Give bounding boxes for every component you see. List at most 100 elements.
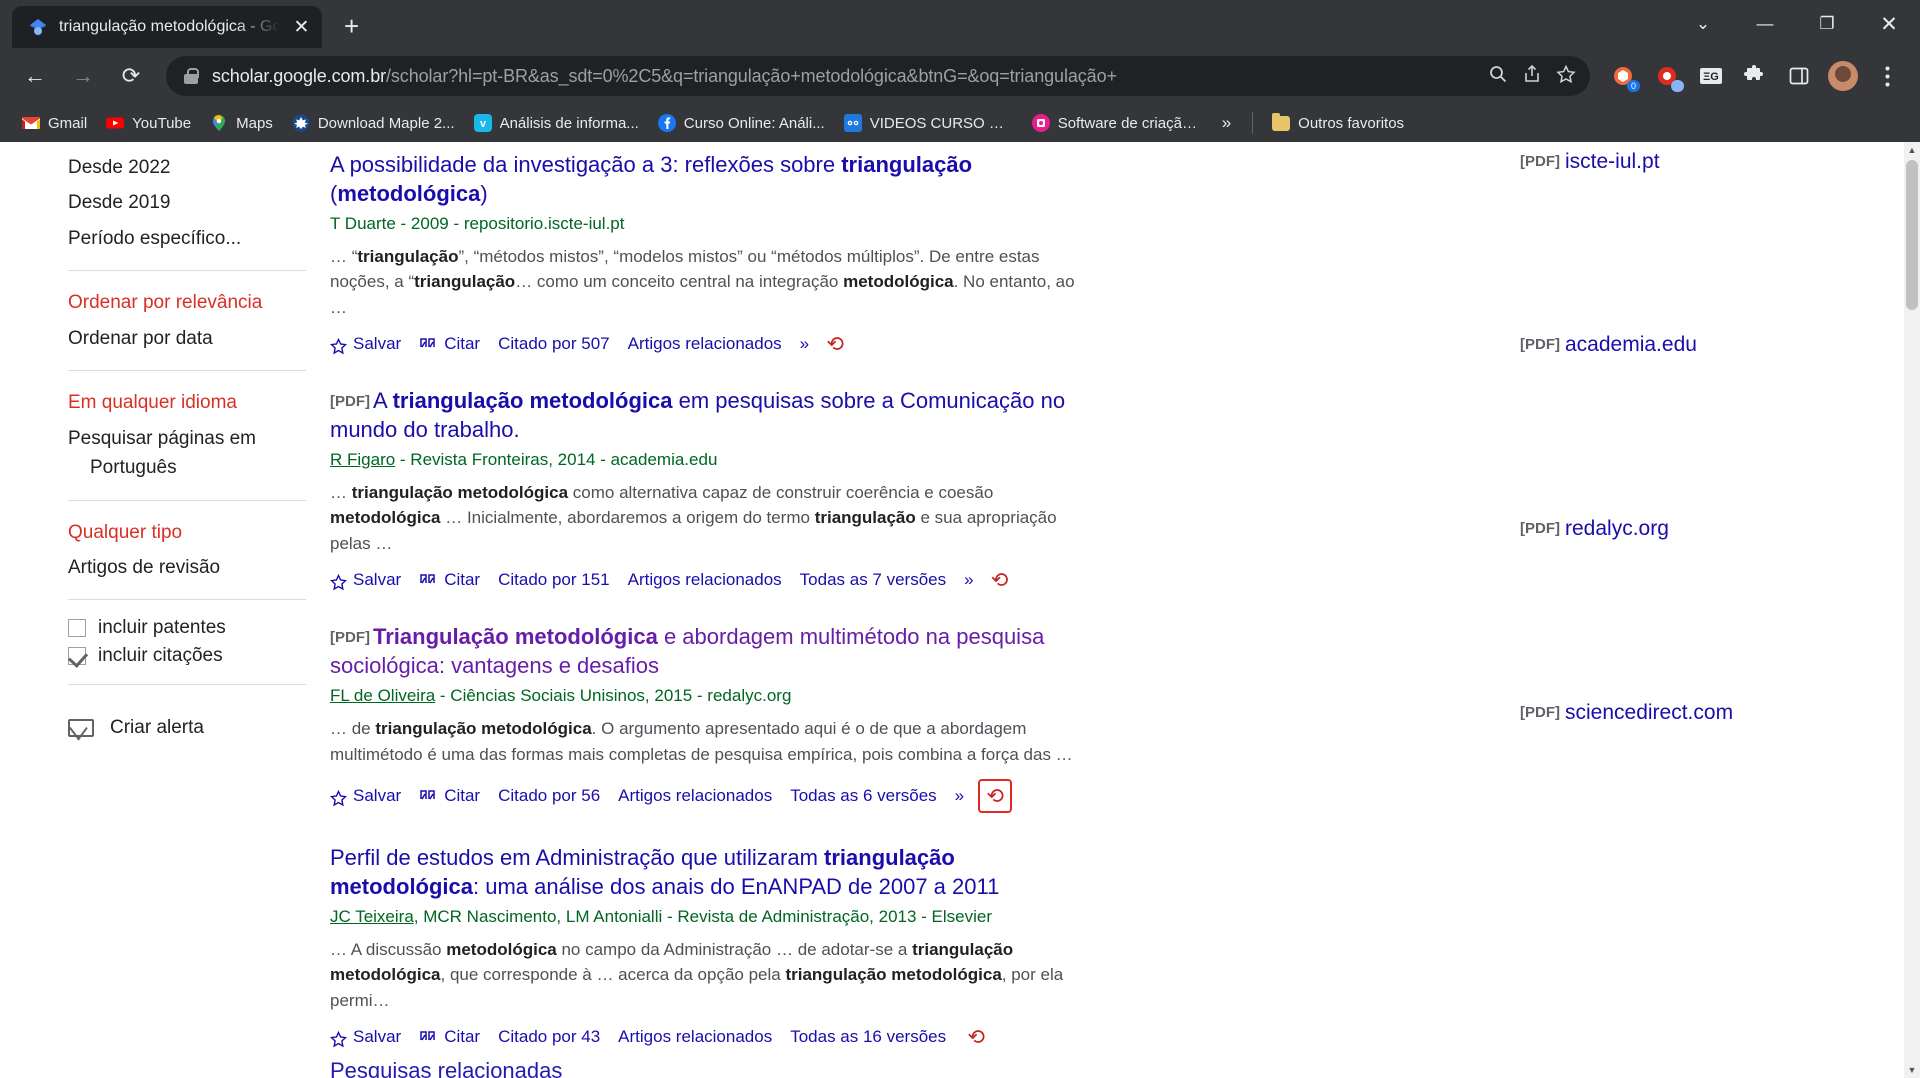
checkbox-incluir-citacoes[interactable]: incluir citações bbox=[68, 642, 330, 670]
extension-green-icon[interactable]: 0 bbox=[1604, 57, 1642, 95]
bookmarks-overflow-button[interactable]: » bbox=[1212, 113, 1241, 133]
bookmark-analisis[interactable]: v Análisis de informa... bbox=[466, 110, 647, 136]
result-author-link[interactable]: FL de Oliveira bbox=[330, 686, 435, 705]
folder-icon bbox=[1272, 112, 1291, 131]
save-label: Salvar bbox=[353, 334, 402, 354]
result-title-link[interactable]: A possibilidade da investigação a 3: ref… bbox=[330, 150, 1100, 208]
bookmark-maps[interactable]: Maps bbox=[202, 110, 281, 136]
puzzle-icon[interactable] bbox=[1736, 57, 1774, 95]
back-button[interactable]: ← bbox=[14, 55, 56, 97]
report-flag-icon[interactable]: ⟲ bbox=[988, 568, 1012, 592]
new-tab-button[interactable]: + bbox=[344, 13, 359, 39]
filter-periodo-especifico[interactable]: Período específico... bbox=[68, 221, 330, 256]
result-source-link[interactable]: [PDF] academia.edu bbox=[1520, 333, 1697, 357]
cite-button[interactable]: Citar bbox=[419, 334, 480, 354]
create-alert-button[interactable]: Criar alerta bbox=[68, 707, 330, 748]
profile-avatar[interactable] bbox=[1824, 57, 1862, 95]
result-source-link[interactable]: [PDF] redalyc.org bbox=[1520, 517, 1669, 541]
result-pdf-tag: [PDF] bbox=[330, 629, 370, 647]
filter-qualquer-idioma[interactable]: Em qualquer idioma bbox=[68, 385, 330, 420]
url-text: scholar.google.com.br/scholar?hl=pt-BR&a… bbox=[212, 66, 1474, 87]
bookmark-gmail[interactable]: Gmail bbox=[14, 110, 95, 136]
grammar-extension-icon[interactable]: ΞG bbox=[1692, 57, 1730, 95]
result-title-link[interactable]: [PDF] Triangulação metodológica e abordag… bbox=[330, 622, 1100, 680]
result-source-link[interactable]: [PDF] iscte-iul.pt bbox=[1520, 150, 1660, 174]
browser-tab[interactable]: triangulação metodológica - Goo ✕ bbox=[12, 6, 322, 48]
result-title-link[interactable]: Perfil de estudos em Administração que u… bbox=[330, 843, 1100, 901]
extension-red-icon[interactable] bbox=[1648, 57, 1686, 95]
filter-desde-2022[interactable]: Desde 2022 bbox=[68, 150, 330, 185]
related-articles-link[interactable]: Artigos relacionados bbox=[618, 786, 772, 806]
bookmark-curso-online[interactable]: Curso Online: Análi... bbox=[650, 110, 833, 136]
save-button[interactable]: Salvar bbox=[329, 570, 401, 591]
all-versions-link[interactable]: Todas as 7 versões bbox=[800, 570, 946, 590]
window-minimize-button[interactable]: — bbox=[1734, 0, 1796, 48]
all-versions-link[interactable]: Todas as 6 versões bbox=[790, 786, 936, 806]
cite-button[interactable]: Citar bbox=[419, 786, 480, 806]
cited-by-link[interactable]: Citado por 151 bbox=[498, 570, 610, 590]
reload-button[interactable]: ⟳ bbox=[110, 55, 152, 97]
chrome-menu-icon[interactable] bbox=[1868, 57, 1906, 95]
browser-chrome: triangulação metodológica - Goo ✕ + ⌄ — … bbox=[0, 0, 1920, 142]
report-flag-icon[interactable]: ⟲ bbox=[978, 779, 1013, 814]
bookmark-maple[interactable]: Download Maple 2... bbox=[284, 110, 463, 136]
bookmark-videos-curso[interactable]: VIDEOS CURSO NVI... bbox=[836, 110, 1021, 136]
scrollbar-thumb[interactable] bbox=[1906, 160, 1918, 310]
window-close-button[interactable]: ✕ bbox=[1858, 0, 1920, 48]
page-scrollbar[interactable]: ▲ ▼ bbox=[1904, 142, 1920, 1078]
cite-button[interactable]: Citar bbox=[419, 1027, 480, 1047]
filter-paginas-portugues-label: Pesquisar páginas em Português bbox=[68, 427, 256, 479]
scroll-down-arrow-icon[interactable]: ▼ bbox=[1904, 1062, 1920, 1078]
all-versions-link[interactable]: Todas as 16 versões bbox=[790, 1027, 946, 1047]
other-bookmarks-label: Outros favoritos bbox=[1298, 114, 1405, 132]
other-bookmarks-folder[interactable]: Outros favoritos bbox=[1264, 111, 1412, 136]
extension-badge-dot bbox=[1671, 80, 1684, 92]
search-icon[interactable] bbox=[1488, 64, 1508, 89]
result-author-link[interactable]: JC Teixeira bbox=[330, 907, 414, 926]
save-button[interactable]: Salvar bbox=[329, 1027, 401, 1048]
result-author-link[interactable]: R Figaro bbox=[330, 450, 395, 469]
filter-desde-2019[interactable]: Desde 2019 bbox=[68, 185, 330, 220]
bookmark-youtube[interactable]: YouTube bbox=[98, 110, 199, 136]
more-chevrons-icon[interactable]: » bbox=[800, 334, 810, 354]
report-flag-icon[interactable]: ⟲ bbox=[823, 332, 847, 356]
filter-ordenar-relevancia[interactable]: Ordenar por relevância bbox=[68, 285, 330, 320]
chrome-search-tabs-icon[interactable]: ⌄ bbox=[1672, 0, 1734, 48]
bookmark-software-criacao[interactable]: Software de criação... bbox=[1024, 110, 1209, 136]
vimeo-icon: v bbox=[473, 114, 492, 132]
cited-by-link[interactable]: Citado por 56 bbox=[498, 786, 600, 806]
checkbox-box[interactable] bbox=[68, 619, 86, 638]
filter-artigos-revisao[interactable]: Artigos de revisão bbox=[68, 550, 330, 585]
scroll-up-arrow-icon[interactable]: ▲ bbox=[1904, 142, 1920, 158]
filter-paginas-portugues[interactable]: Pesquisar páginas em Português bbox=[68, 421, 330, 486]
result-title-link[interactable]: [PDF] A triangulação metodológica em pesq… bbox=[330, 386, 1100, 444]
more-chevrons-icon[interactable]: » bbox=[955, 786, 965, 806]
more-chevrons-icon[interactable]: » bbox=[964, 570, 974, 590]
star-icon[interactable] bbox=[1556, 64, 1576, 89]
cited-by-link[interactable]: Citado por 43 bbox=[498, 1027, 600, 1047]
address-bar[interactable]: scholar.google.com.br/scholar?hl=pt-BR&a… bbox=[166, 56, 1590, 96]
window-maximize-button[interactable]: ❐ bbox=[1796, 0, 1858, 48]
forward-button[interactable]: → bbox=[62, 55, 104, 97]
filter-ordenar-data[interactable]: Ordenar por data bbox=[68, 321, 330, 356]
save-button[interactable]: Salvar bbox=[329, 334, 402, 355]
save-button[interactable]: Salvar bbox=[329, 786, 401, 807]
related-articles-link[interactable]: Artigos relacionados bbox=[618, 1027, 772, 1047]
checkbox-incluir-patentes[interactable]: incluir patentes bbox=[68, 614, 330, 642]
star-icon bbox=[329, 789, 348, 807]
share-icon[interactable] bbox=[1522, 64, 1542, 89]
related-articles-link[interactable]: Artigos relacionados bbox=[628, 334, 782, 354]
result-source-link[interactable]: [PDF] sciencedirect.com bbox=[1520, 701, 1733, 725]
checkbox-box[interactable] bbox=[68, 647, 86, 666]
create-alert-label: Criar alerta bbox=[110, 717, 204, 739]
cited-by-link[interactable]: Citado por 507 bbox=[498, 334, 610, 354]
pdf-tag: [PDF] bbox=[1520, 153, 1560, 170]
cite-button[interactable]: Citar bbox=[419, 570, 480, 590]
related-articles-link[interactable]: Artigos relacionados bbox=[628, 570, 782, 590]
video-icon bbox=[843, 114, 862, 132]
tab-close-icon[interactable]: ✕ bbox=[291, 18, 312, 37]
sidepanel-icon[interactable] bbox=[1780, 57, 1818, 95]
filter-qualquer-tipo[interactable]: Qualquer tipo bbox=[68, 515, 330, 550]
report-flag-icon[interactable]: ⟲ bbox=[964, 1025, 988, 1049]
gmail-icon bbox=[22, 114, 40, 132]
